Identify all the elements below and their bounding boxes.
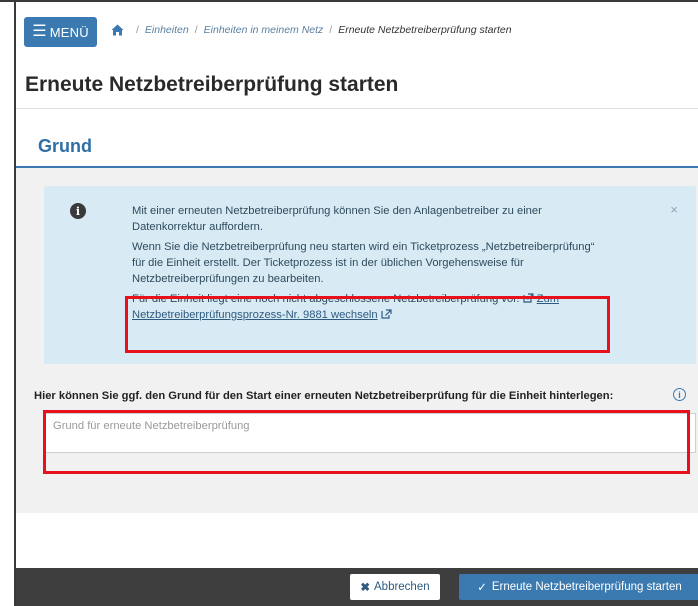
info-line-3: Für die Einheit liegt eine noch nicht ab… [132, 291, 602, 323]
breadcrumb: / Einheiten / Einheiten in meinem Netz /… [111, 24, 512, 36]
cancel-label: Abbrechen [374, 581, 430, 593]
cancel-button[interactable]: ✖ Abbrechen [350, 574, 440, 600]
footer-bar: ✖ Abbrechen ✓ Erneute Netzbetreiberprüfu… [16, 568, 698, 606]
section-header: Grund [16, 124, 698, 168]
menu-button[interactable]: ☰ MENÜ [24, 17, 97, 47]
breadcrumb-item-einheiten-netz[interactable]: Einheiten in meinem Netz [204, 24, 324, 36]
info-line-2: Wenn Sie die Netzbetreiberprüfung neu st… [132, 241, 595, 285]
page-title: Erneute Netzbetreiberprüfung starten [25, 73, 399, 96]
menu-icon: ☰ [32, 23, 47, 40]
info-line-1: Mit einer erneuten Netzbetreiberprüfung … [132, 205, 542, 233]
ticket-link-part-1[interactable]: Zum [537, 293, 559, 305]
breadcrumb-item-einheiten[interactable]: Einheiten [145, 24, 189, 36]
reason-textarea[interactable] [44, 413, 696, 453]
section-title: Grund [38, 136, 92, 156]
breadcrumb-separator: / [194, 24, 198, 36]
breadcrumb-item-current: Erneute Netzbetreiberprüfung starten [338, 24, 512, 36]
breadcrumb-separator: / [329, 24, 333, 36]
info-alert: i × Mit einer erneuten Netzbetreiberprüf… [44, 186, 696, 364]
menu-label: MENÜ [49, 24, 89, 40]
info-icon: i [70, 203, 86, 219]
help-info-icon[interactable]: i [673, 388, 686, 401]
cancel-x-icon: ✖ [360, 582, 370, 594]
check-icon: ✓ [477, 582, 487, 594]
external-link-icon [522, 293, 534, 303]
home-icon[interactable] [111, 24, 124, 36]
info-line-3-text: Für die Einheit liegt eine noch nicht ab… [132, 293, 520, 305]
external-link-icon [381, 309, 392, 319]
ticket-link-part-2[interactable]: Netzbetreiberprüfungsprozess-Nr. 9881 we… [132, 309, 378, 321]
close-icon[interactable]: × [670, 202, 678, 217]
top-bar: ☰ MENÜ / Einheiten / Einheiten in meinem… [16, 2, 698, 56]
divider [16, 108, 698, 109]
grund-section: Grund i × Mit einer erneuten Netzbetreib… [16, 124, 698, 513]
info-text: Mit einer erneuten Netzbetreiberprüfung … [132, 203, 602, 327]
start-check-button[interactable]: ✓ Erneute Netzbetreiberprüfung starten [459, 574, 698, 600]
reason-field-label: Hier können Sie ggf. den Grund für den S… [34, 390, 614, 402]
breadcrumb-separator: / [136, 24, 139, 36]
start-label: Erneute Netzbetreiberprüfung starten [491, 581, 682, 593]
